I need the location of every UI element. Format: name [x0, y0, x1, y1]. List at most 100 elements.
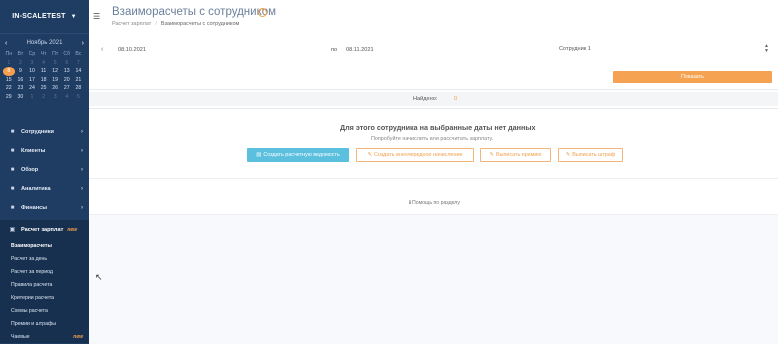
chevron-right-icon: ›	[81, 185, 83, 192]
calendar-weekday: Вт	[17, 51, 24, 57]
create-payroll-button[interactable]: ▤ Создать расчетную ведомость	[247, 148, 349, 162]
bonus-button[interactable]: ✎ Выписать премию	[480, 148, 551, 162]
sidebar-item-label: Клиенты	[21, 147, 46, 154]
calendar-day[interactable]: 22	[3, 84, 15, 93]
submenu-item[interactable]: Расчет за день	[0, 252, 89, 265]
calendar-day[interactable]: 21	[73, 76, 85, 85]
sidebar-item-users[interactable]: ■ Сотрудники ›	[0, 122, 89, 141]
help-link[interactable]: ℹПомощь по разделу	[409, 200, 460, 206]
edit-icon: ✎	[367, 152, 372, 158]
sidebar: IN-SCALETEST ▼ ‹ Ноябрь 2021 › Пн Вт Ср Чт П…	[0, 0, 89, 344]
sidebar-item-chart[interactable]: ■ Аналитика ›	[0, 179, 89, 198]
employee-select[interactable]: Сотрудник 1 ▲ ▼	[556, 44, 771, 55]
calendar-day[interactable]: 30	[15, 93, 27, 102]
calendar-day[interactable]: 20	[61, 76, 73, 85]
calendar-day[interactable]: 29	[3, 93, 15, 102]
calendar-day[interactable]: 7	[73, 59, 85, 68]
chevron-right-icon: ›	[81, 166, 83, 173]
submenu-item-label: Расчет за день	[11, 255, 48, 262]
submenu-item[interactable]: Правила расчета	[0, 278, 89, 291]
breadcrumb: Расчет зарплат / Взаиморасчеты с сотрудник…	[112, 21, 239, 27]
submenu-item-label: Чаевые	[11, 333, 30, 340]
coins-icon: ■	[10, 204, 15, 211]
divider	[89, 178, 778, 179]
date-to-input[interactable]: 08.11.2021	[346, 47, 374, 53]
sidebar-item-people[interactable]: ■ Клиенты ›	[0, 141, 89, 160]
date-from-input[interactable]: 08.10.2021	[118, 47, 146, 53]
info-icon[interactable]: !	[258, 8, 267, 17]
wallet-icon: ▣	[9, 227, 16, 233]
chevron-down-icon: ▼	[70, 13, 77, 20]
calendar-day[interactable]: 3	[49, 93, 61, 102]
next-month-icon[interactable]: ›	[82, 40, 84, 47]
calendar-day[interactable]: 13	[61, 67, 73, 76]
calendar-day[interactable]: 3	[26, 59, 38, 68]
company-switcher[interactable]: IN-SCALETEST ▼	[0, 0, 89, 34]
empty-state-subtitle: Попробуйте начислить или рассчитать зарп…	[371, 136, 494, 142]
calendar-day[interactable]: 18	[38, 76, 50, 85]
calendar-day[interactable]: 19	[49, 76, 61, 85]
sidebar-item-grid[interactable]: ■ Обзор ›	[0, 160, 89, 179]
date-to-label: по	[331, 47, 338, 53]
show-button[interactable]: Показать	[613, 71, 772, 83]
calendar-day[interactable]: 28	[73, 84, 85, 93]
fine-label: Выписать штраф	[572, 152, 616, 158]
calendar-day[interactable]: 6	[61, 59, 73, 68]
calendar-day[interactable]: 16	[15, 76, 27, 85]
calendar-day[interactable]: 11	[38, 67, 50, 76]
calendar-weekday: Пт	[52, 51, 59, 57]
extra-accrual-button[interactable]: ✎ Создать внеочередное начисление	[356, 148, 474, 162]
calendar-day[interactable]: 5	[49, 59, 61, 68]
submenu-item[interactable]: Критерии расчета	[0, 291, 89, 304]
submenu-item-label: Схемы расчета	[11, 307, 48, 314]
users-icon: ■	[10, 128, 15, 135]
calendar-day[interactable]: 17	[26, 76, 38, 85]
calendar-day[interactable]: 15	[3, 76, 15, 85]
calendar-day[interactable]: 1	[26, 93, 38, 102]
chart-icon: ■	[10, 185, 15, 192]
submenu-item[interactable]: Расчет за период	[0, 265, 89, 278]
calendar-day[interactable]: 14	[73, 67, 85, 76]
bonus-label: Выписать премию	[496, 152, 542, 158]
sidebar-item-coins[interactable]: ■ Финансы ›	[0, 198, 89, 217]
submenu-item[interactable]: Схемы расчета	[0, 304, 89, 317]
sidebar-item-salary[interactable]: ▣ Расчет зарплат new	[0, 220, 89, 239]
divider	[89, 108, 778, 109]
calendar-day-today[interactable]: 8	[3, 67, 15, 76]
prev-month-icon[interactable]: ‹	[5, 40, 7, 47]
prev-period-icon[interactable]: ‹	[101, 46, 103, 53]
calendar-day[interactable]: 5	[73, 93, 85, 102]
page-title: Взаиморасчеты с сотрудником	[112, 6, 277, 18]
calendar-day[interactable]: 1	[3, 59, 15, 68]
submenu-item[interactable]: Взаиморасчеты	[0, 239, 89, 252]
breadcrumb-item[interactable]: Расчет зарплат	[112, 21, 151, 27]
calendar-day[interactable]: 12	[49, 67, 61, 76]
calendar-day[interactable]: 26	[49, 84, 61, 93]
hamburger-menu-icon[interactable]: ☰	[93, 12, 100, 21]
chevron-right-icon: ›	[81, 128, 83, 135]
people-icon: ■	[10, 147, 15, 154]
sidebar-item-label: Обзор	[21, 166, 39, 173]
calendar-weekday: Сб	[63, 51, 71, 57]
calendar-grid: Пн Вт Ср Чт Пт Сб Вс 1 2 3 4 5 6 7 8 9 10 11 12 13 14 15 16 17 1…	[3, 50, 86, 102]
empty-state-title: Для этого сотрудника на выбранные даты н…	[340, 123, 536, 132]
sidebar-section-salary: ▣ Расчет зарплат new Взаиморасчеты Расчет…	[0, 220, 89, 343]
info-small-icon: ℹ	[409, 200, 411, 206]
submenu-item-label: Критерии расчета	[11, 294, 55, 301]
calendar-day[interactable]: 25	[38, 84, 50, 93]
calendar-day[interactable]: 27	[61, 84, 73, 93]
calendar-day[interactable]: 23	[15, 84, 27, 93]
submenu-item[interactable]: Премии и штрафы	[0, 317, 89, 330]
calendar-day[interactable]: 10	[26, 67, 38, 76]
calendar-day[interactable]: 4	[38, 59, 50, 68]
chevron-right-icon: ›	[81, 204, 83, 211]
sidebar-menu: ■ Сотрудники › ■ Клиенты › ■ Обзор › ■ Аналитика › ■…	[0, 122, 89, 343]
calendar-day[interactable]: 2	[38, 93, 50, 102]
calendar-day[interactable]: 24	[26, 84, 38, 93]
breadcrumb-current: Взаиморасчеты с сотрудником	[160, 21, 240, 27]
calendar-day[interactable]: 2	[15, 59, 27, 68]
submenu-item[interactable]: Чаевые new	[0, 330, 89, 343]
fine-button[interactable]: ✎ Выписать штраф	[558, 148, 623, 162]
calendar-day[interactable]: 9	[15, 67, 27, 76]
calendar-day[interactable]: 4	[61, 93, 73, 102]
